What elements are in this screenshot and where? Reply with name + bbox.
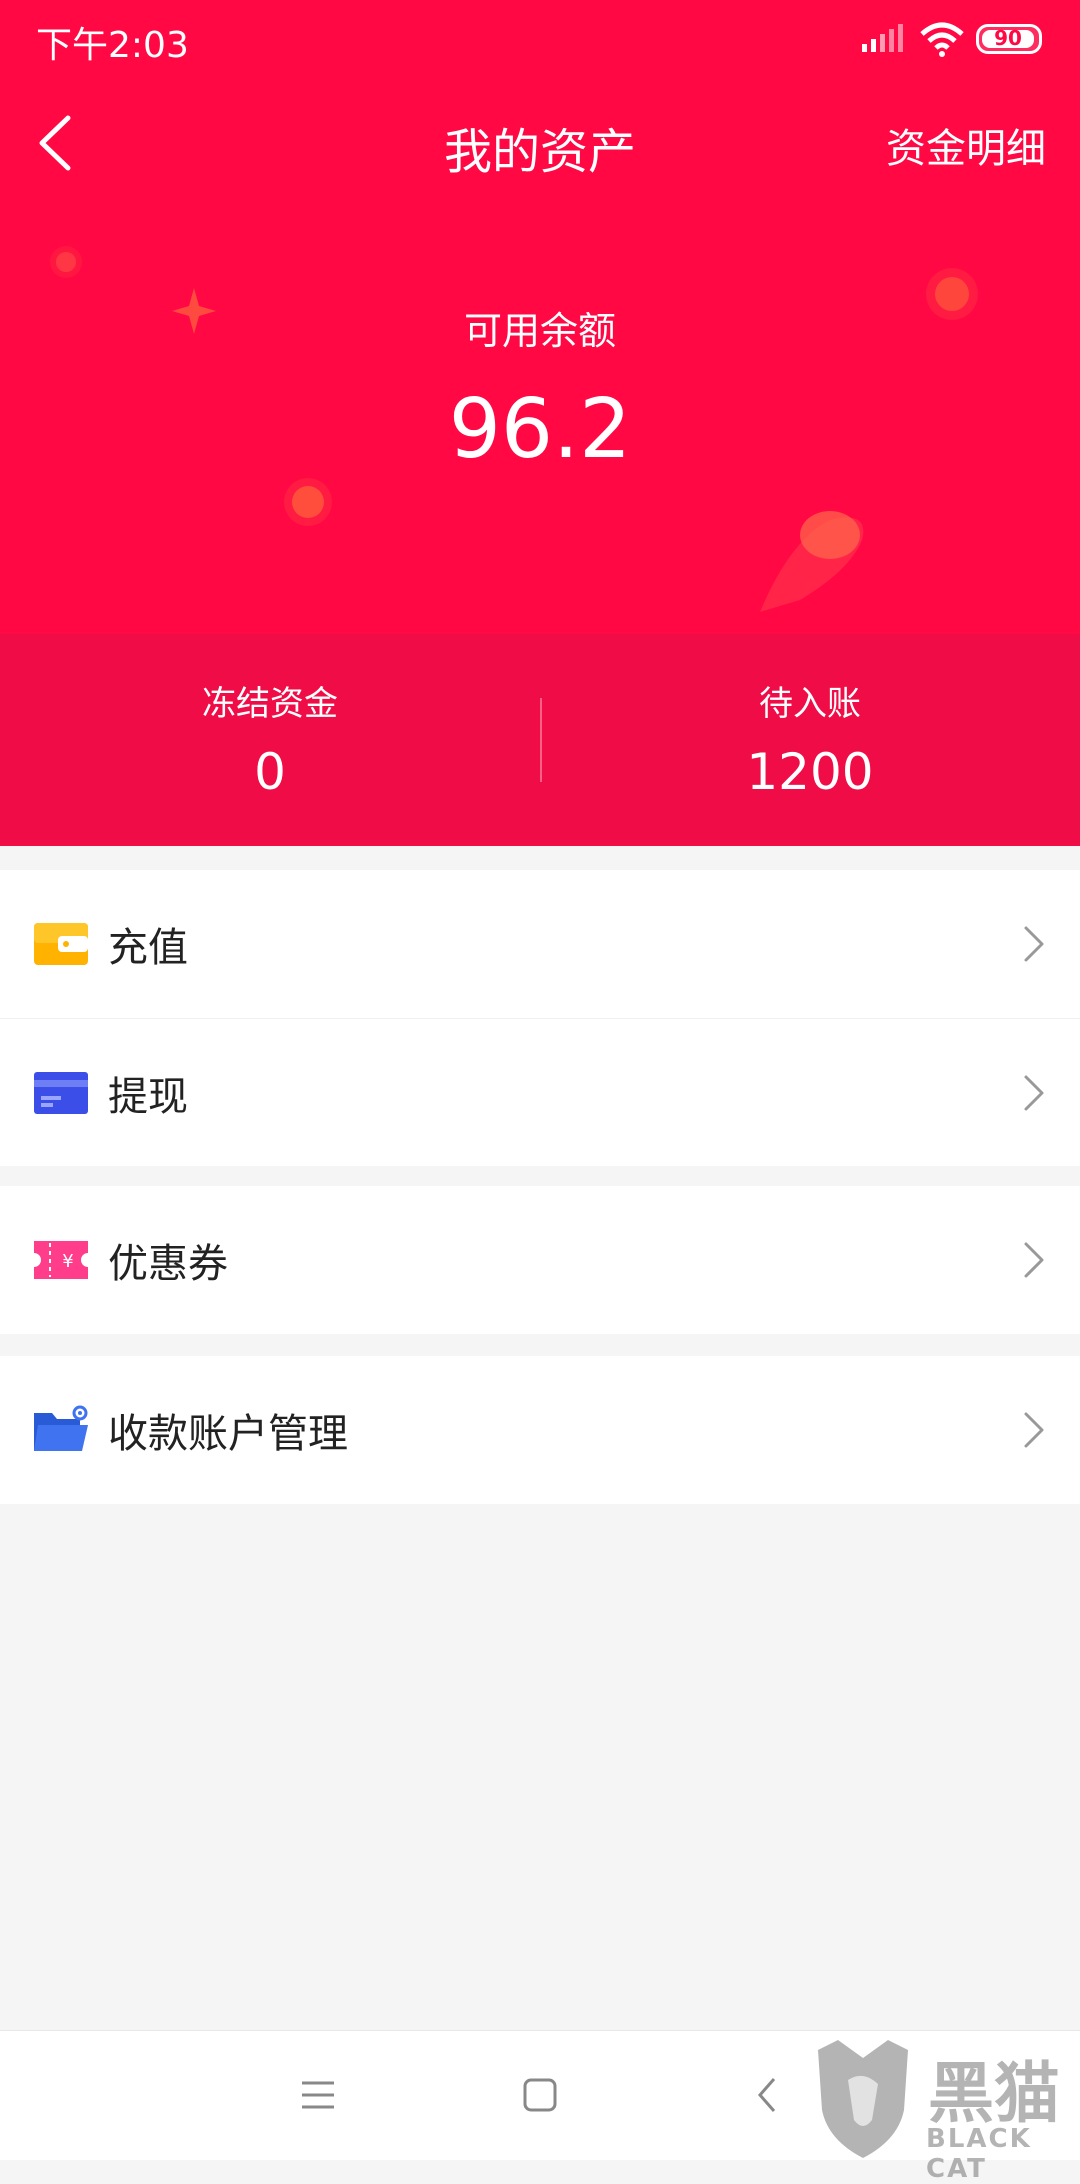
back-button[interactable] xyxy=(28,108,88,178)
frozen-funds-value: 0 xyxy=(254,743,286,801)
asset-header: 下午2:03 90 我的资产 资金明细 可用余额 96.2 冻结资金 0 待入账… xyxy=(0,0,1080,846)
card-icon xyxy=(34,1071,88,1114)
funds-menu-group: 充值 提现 xyxy=(0,870,1080,1166)
menu-label-recharge: 充值 xyxy=(108,925,188,971)
menu-item-recharge[interactable]: 充值 xyxy=(0,870,1080,1018)
watermark-text: 黑猫 xyxy=(928,2055,1060,2132)
menu-label-withdraw: 提现 xyxy=(108,1073,188,1120)
home-icon[interactable] xyxy=(520,2075,560,2115)
battery-level: 90 xyxy=(994,26,1022,50)
pending-funds: 待入账 1200 xyxy=(540,676,1080,801)
coupon-menu-group: ¥ 优惠券 xyxy=(0,1186,1080,1334)
pending-funds-label: 待入账 xyxy=(759,684,861,724)
menu-item-coupon[interactable]: ¥ 优惠券 xyxy=(0,1186,1080,1334)
accounts-menu-group: 收款账户管理 xyxy=(0,1356,1080,1504)
wifi-icon xyxy=(920,22,964,57)
page-title: 我的资产 xyxy=(443,124,636,180)
chevron-right-icon xyxy=(1024,1412,1044,1448)
battery-icon: 90 xyxy=(976,24,1042,54)
signal-icon xyxy=(862,24,903,52)
menu-label-account-management: 收款账户管理 xyxy=(108,1411,348,1457)
coupon-icon: ¥ xyxy=(34,1241,88,1279)
stats-bar: 冻结资金 0 待入账 1200 xyxy=(0,634,1080,846)
chevron-right-icon xyxy=(1024,1242,1044,1278)
menu-label-coupon: 优惠券 xyxy=(108,1241,228,1287)
cat-shield-icon xyxy=(818,2040,908,2158)
watermark-logo: 黑猫 BLACK CAT xyxy=(808,2040,1080,2184)
menu-icon[interactable] xyxy=(298,2075,338,2115)
frozen-funds-label: 冻结资金 xyxy=(202,684,338,724)
menu-item-account-management[interactable]: 收款账户管理 xyxy=(0,1356,1080,1504)
frozen-funds: 冻结资金 0 xyxy=(0,676,540,801)
menu-item-withdraw[interactable]: 提现 xyxy=(0,1018,1080,1166)
chevron-right-icon xyxy=(1024,1075,1044,1110)
chevron-right-icon xyxy=(1024,926,1044,962)
watermark-subtext: BLACK CAT xyxy=(926,2124,1032,2184)
fund-details-link[interactable]: 资金明细 xyxy=(886,116,1046,174)
available-balance-label: 可用余额 xyxy=(463,309,616,353)
wallet-icon xyxy=(34,923,88,965)
status-bar: 下午2:03 90 xyxy=(0,0,1080,80)
available-balance-value: 96.2 xyxy=(448,382,632,477)
folder-settings-icon xyxy=(34,1405,88,1451)
svg-text:¥: ¥ xyxy=(62,1251,73,1272)
pending-funds-value: 1200 xyxy=(746,743,874,801)
status-time: 下午2:03 xyxy=(36,25,189,66)
back-nav-icon[interactable] xyxy=(748,2075,788,2115)
